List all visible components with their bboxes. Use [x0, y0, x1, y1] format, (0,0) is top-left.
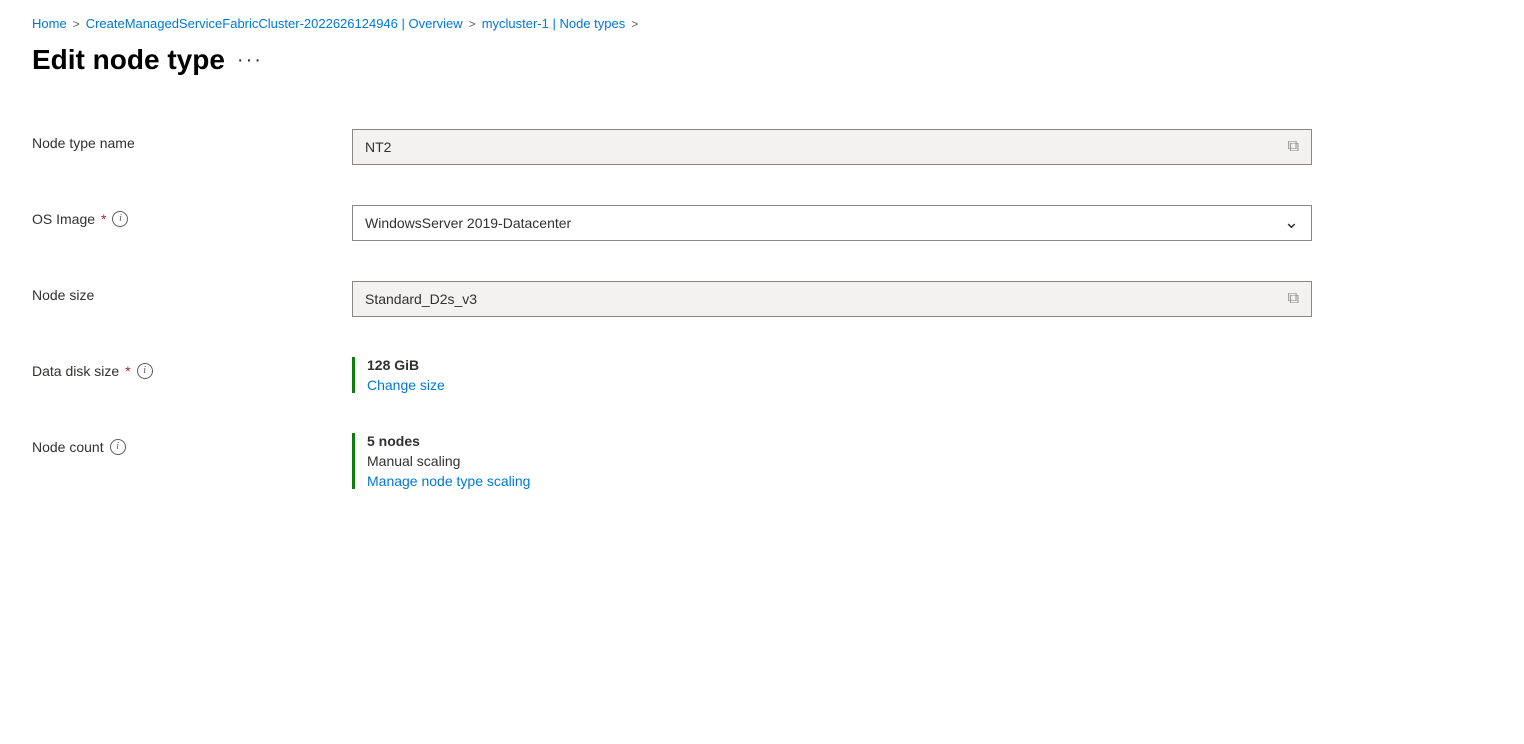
form-section: Node type name NT2 ⧉ OS Image * i Window…	[32, 109, 1432, 509]
node-type-name-input: NT2 ⧉	[352, 129, 1312, 165]
page-title: Edit node type	[32, 43, 225, 77]
node-size-label: Node size	[32, 287, 94, 303]
page-container: Home > CreateManagedServiceFabricCluster…	[0, 0, 1524, 541]
node-size-control: Standard_D2s_v3 ⧉	[352, 281, 1432, 317]
breadcrumb-sep-3: >	[631, 17, 638, 31]
node-type-name-label: Node type name	[32, 135, 135, 151]
node-size-input: Standard_D2s_v3 ⧉	[352, 281, 1312, 317]
breadcrumb-home[interactable]: Home	[32, 16, 67, 31]
data-disk-size-label: Data disk size	[32, 363, 119, 379]
change-size-link[interactable]: Change size	[367, 377, 1432, 393]
data-disk-size-label-col: Data disk size * i	[32, 357, 352, 379]
node-size-label-col: Node size	[32, 281, 352, 303]
manage-scaling-link[interactable]: Manage node type scaling	[367, 473, 1432, 489]
node-count-info-icon[interactable]: i	[110, 439, 126, 455]
breadcrumb-cluster-overview[interactable]: CreateManagedServiceFabricCluster-202262…	[86, 16, 463, 31]
node-count-row: Node count i 5 nodes Manual scaling Mana…	[32, 413, 1432, 509]
breadcrumb-sep-1: >	[73, 17, 80, 31]
node-count-value-block: 5 nodes Manual scaling Manage node type …	[352, 433, 1432, 489]
os-image-dropdown[interactable]: WindowsServer 2019-Datacenter ⌄	[352, 205, 1312, 241]
os-image-control: WindowsServer 2019-Datacenter ⌄	[352, 205, 1432, 241]
data-disk-size-value: 128 GiB	[367, 357, 1432, 373]
os-image-chevron-icon: ⌄	[1284, 212, 1299, 233]
node-size-value: Standard_D2s_v3	[365, 291, 477, 307]
data-disk-size-control: 128 GiB Change size	[352, 357, 1432, 393]
node-count-scaling-label: Manual scaling	[367, 453, 1432, 469]
page-title-row: Edit node type ···	[32, 43, 1492, 77]
node-count-value: 5 nodes	[367, 433, 1432, 449]
node-type-name-control: NT2 ⧉	[352, 129, 1432, 165]
node-type-name-label-col: Node type name	[32, 129, 352, 151]
os-image-info-icon[interactable]: i	[112, 211, 128, 227]
data-disk-size-value-block: 128 GiB Change size	[352, 357, 1432, 393]
breadcrumb-node-types[interactable]: mycluster-1 | Node types	[482, 16, 626, 31]
os-image-row: OS Image * i WindowsServer 2019-Datacent…	[32, 185, 1432, 261]
data-disk-size-info-icon[interactable]: i	[137, 363, 153, 379]
node-type-name-value: NT2	[365, 139, 391, 155]
os-image-label-col: OS Image * i	[32, 205, 352, 227]
os-image-value: WindowsServer 2019-Datacenter	[365, 215, 571, 231]
node-type-name-copy-icon[interactable]: ⧉	[1288, 138, 1299, 156]
node-count-control: 5 nodes Manual scaling Manage node type …	[352, 433, 1432, 489]
node-type-name-row: Node type name NT2 ⧉	[32, 109, 1432, 185]
os-image-required: *	[101, 211, 106, 227]
node-count-label: Node count	[32, 439, 104, 455]
data-disk-size-required: *	[125, 363, 130, 379]
data-disk-size-row: Data disk size * i 128 GiB Change size	[32, 337, 1432, 413]
node-size-row: Node size Standard_D2s_v3 ⧉	[32, 261, 1432, 337]
os-image-label: OS Image	[32, 211, 95, 227]
node-count-label-col: Node count i	[32, 433, 352, 455]
node-size-copy-icon[interactable]: ⧉	[1288, 290, 1299, 308]
more-actions-button[interactable]: ···	[237, 50, 263, 70]
breadcrumb-sep-2: >	[469, 17, 476, 31]
breadcrumb: Home > CreateManagedServiceFabricCluster…	[32, 16, 1492, 31]
